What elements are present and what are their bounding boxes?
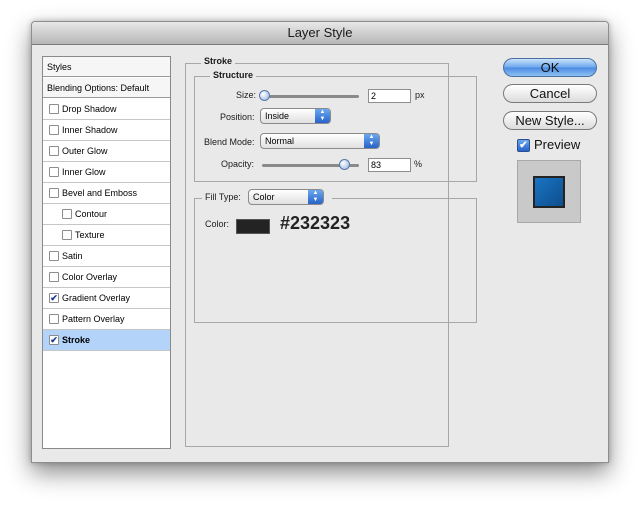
style-item-label: Stroke [62, 335, 91, 345]
preview-label: Preview [534, 137, 581, 152]
style-item-label: Inner Glow [62, 167, 106, 177]
style-checkbox[interactable] [49, 314, 59, 324]
styles-list: Styles Blending Options: Default Drop Sh… [42, 56, 171, 449]
new-style-button[interactable]: New Style... [503, 111, 597, 130]
size-field[interactable]: 2 [368, 89, 411, 103]
style-item-label: Inner Shadow [62, 125, 118, 135]
blend-mode-select[interactable]: Normal ▲ ▼ [260, 133, 380, 149]
style-checkbox[interactable] [49, 104, 59, 114]
opacity-label: Opacity: [221, 159, 255, 169]
fill-type-select[interactable]: Color ▲ ▼ [248, 189, 324, 205]
style-item-label: Drop Shadow [62, 104, 117, 114]
style-item-label: Contour [75, 209, 108, 219]
style-item-label: Gradient Overlay [62, 293, 131, 303]
style-checkbox[interactable] [62, 209, 72, 219]
style-item-label: Texture [75, 230, 105, 240]
style-item-label: Pattern Overlay [62, 314, 125, 324]
style-checkbox[interactable] [49, 188, 59, 198]
chevron-updown-icon: ▲ ▼ [308, 190, 323, 204]
opacity-slider-knob[interactable] [338, 159, 350, 170]
blend-mode-value: Normal [265, 136, 295, 146]
style-checkbox[interactable]: ✔ [49, 293, 59, 303]
position-select[interactable]: Inside ▲ ▼ [260, 108, 331, 124]
color-swatch[interactable] [236, 219, 270, 234]
style-item-label: Color Overlay [62, 272, 118, 282]
style-checkbox[interactable] [49, 251, 59, 261]
preview-square [533, 176, 565, 208]
size-label: Size: [236, 90, 257, 100]
style-item[interactable]: Outer Glow [43, 141, 170, 162]
size-slider-knob[interactable] [258, 90, 270, 101]
style-checkbox[interactable] [49, 272, 59, 282]
style-item[interactable]: Pattern Overlay [43, 309, 170, 330]
style-item[interactable]: Satin [43, 246, 170, 267]
window-title: Layer Style [32, 22, 608, 45]
chevron-updown-icon: ▲ ▼ [364, 134, 379, 148]
fill-type-value: Color [253, 192, 275, 202]
ok-button[interactable]: OK [503, 58, 597, 77]
blend-mode-label: Blend Mode: [204, 137, 255, 147]
position-value: Inside [265, 111, 290, 121]
style-checkbox[interactable] [49, 125, 59, 135]
style-item[interactable]: Inner Shadow [43, 120, 170, 141]
style-item[interactable]: ✔ Stroke [43, 330, 170, 351]
color-label: Color: [205, 219, 230, 229]
structure-title: Structure [210, 70, 257, 80]
color-hex-text: #232323 [280, 213, 351, 233]
styles-header[interactable]: Styles [43, 57, 170, 77]
style-checkbox[interactable] [49, 167, 59, 177]
style-item[interactable]: ✔ Gradient Overlay [43, 288, 170, 309]
cancel-button[interactable]: Cancel [503, 84, 597, 103]
style-checkbox[interactable] [49, 146, 59, 156]
style-checkbox[interactable]: ✔ [49, 335, 59, 345]
size-slider-track[interactable] [262, 95, 359, 98]
size-unit: px [415, 90, 425, 100]
style-checkbox[interactable] [62, 230, 72, 240]
opacity-unit: % [414, 159, 423, 169]
style-item-label: Satin [62, 251, 83, 261]
stroke-title: Stroke [201, 56, 236, 66]
preview-checkbox[interactable]: ✔ [517, 139, 530, 152]
blending-options-item[interactable]: Blending Options: Default [43, 78, 170, 98]
preview-thumbnail [517, 160, 581, 223]
style-item-label: Outer Glow [62, 146, 108, 156]
style-item-label: Bevel and Emboss [62, 188, 138, 198]
layer-style-dialog: Layer Style Styles Blending Options: Def… [31, 21, 609, 463]
fill-type-header: Fill Type: Color ▲ ▼ [202, 188, 332, 208]
opacity-field[interactable]: 83 [368, 158, 411, 172]
position-label: Position: [220, 112, 255, 122]
style-item[interactable]: Drop Shadow [43, 99, 170, 120]
style-item[interactable]: Texture [43, 225, 170, 246]
style-item[interactable]: Inner Glow [43, 162, 170, 183]
chevron-updown-icon: ▲ ▼ [315, 109, 330, 123]
style-item[interactable]: Contour [43, 204, 170, 225]
style-item[interactable]: Bevel and Emboss [43, 183, 170, 204]
fill-type-label: Fill Type: [205, 192, 241, 202]
style-item[interactable]: Color Overlay [43, 267, 170, 288]
